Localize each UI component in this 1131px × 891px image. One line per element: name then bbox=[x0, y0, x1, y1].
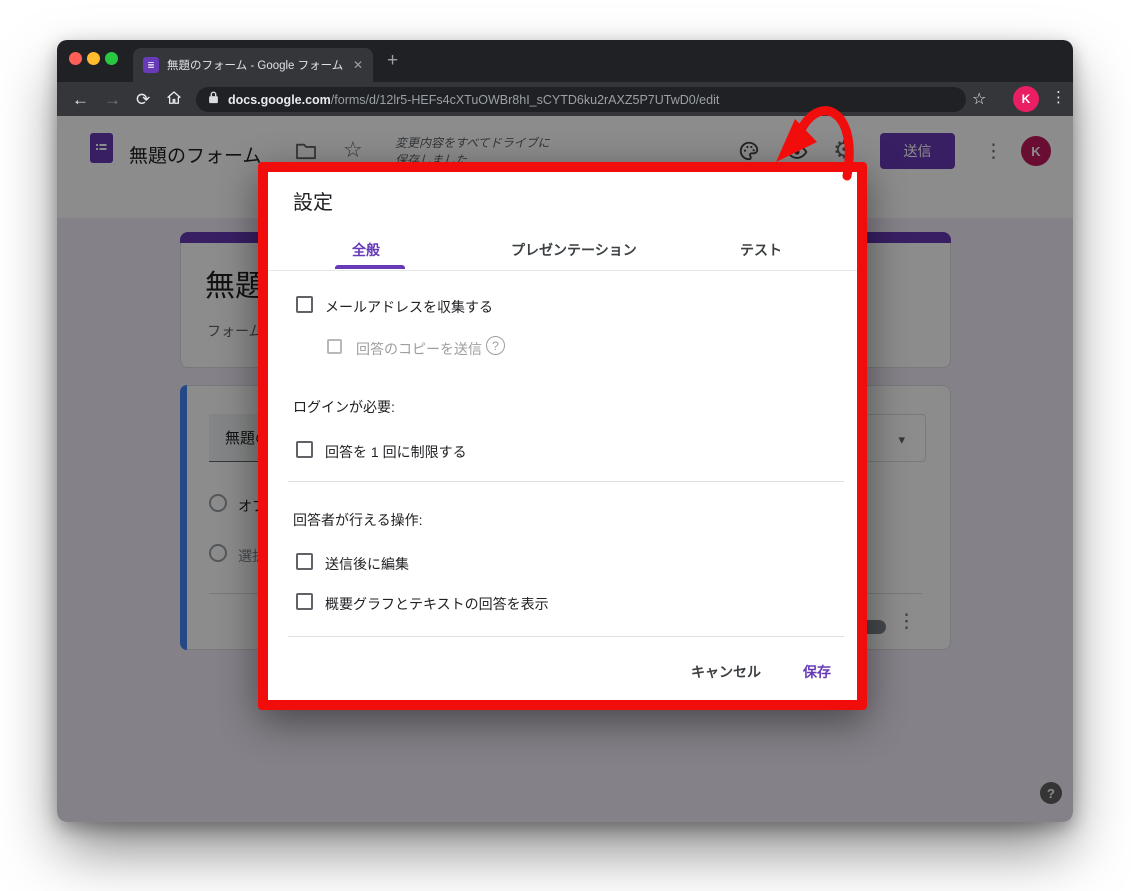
url-domain: docs.google.com bbox=[228, 93, 331, 107]
tab-strip: ≣ 無題のフォーム - Google フォーム ✕ + bbox=[57, 40, 1073, 82]
collect-email-label[interactable]: メールアドレスを収集する bbox=[325, 297, 493, 317]
reload-icon[interactable]: ⟳ bbox=[136, 91, 150, 108]
url-text: docs.google.com/forms/d/12lr5-HEFs4cXTuO… bbox=[228, 93, 719, 107]
save-button[interactable]: 保存 bbox=[797, 658, 837, 686]
url-path: /forms/d/12lr5-HEFs4cXTuOWBr8hI_sCYTD6ku… bbox=[331, 93, 720, 107]
url-bar: ← → ⟳ docs.google.com/forms/d/12lr5-HEFs… bbox=[57, 82, 1073, 116]
lock-icon bbox=[208, 90, 219, 109]
tab-presentation[interactable]: プレゼンテーション bbox=[511, 240, 637, 260]
summary-label[interactable]: 概要グラフとテキストの回答を表示 bbox=[325, 594, 549, 614]
tab-close-icon[interactable]: ✕ bbox=[353, 58, 363, 72]
limit-one-checkbox[interactable] bbox=[296, 441, 313, 458]
tab-general[interactable]: 全般 bbox=[352, 240, 380, 260]
home-icon[interactable] bbox=[165, 89, 183, 110]
dialog-title: 設定 bbox=[293, 186, 333, 215]
forms-favicon-icon: ≣ bbox=[143, 57, 159, 73]
omnibox[interactable]: docs.google.com/forms/d/12lr5-HEFs4cXTuO… bbox=[196, 87, 966, 112]
edit-after-label[interactable]: 送信後に編集 bbox=[325, 554, 409, 574]
cancel-button[interactable]: キャンセル bbox=[685, 658, 767, 686]
active-tab-underline bbox=[335, 265, 405, 269]
forward-icon[interactable]: → bbox=[104, 91, 121, 108]
browser-avatar[interactable]: K bbox=[1013, 86, 1039, 112]
collect-email-checkbox[interactable] bbox=[296, 296, 313, 313]
response-copy-checkbox bbox=[327, 339, 342, 354]
tabs-divider bbox=[268, 270, 857, 271]
screenshot-stage: ≣ 無題のフォーム - Google フォーム ✕ + ← → ⟳ docs.g… bbox=[0, 0, 1131, 891]
section-divider bbox=[288, 481, 844, 482]
limit-one-label[interactable]: 回答を 1 回に制限する bbox=[325, 442, 467, 462]
browser-tab[interactable]: ≣ 無題のフォーム - Google フォーム ✕ bbox=[133, 48, 373, 82]
edit-after-checkbox[interactable] bbox=[296, 553, 313, 570]
bookmark-star-icon[interactable]: ☆ bbox=[972, 89, 986, 109]
response-copy-label: 回答のコピーを送信 bbox=[356, 339, 482, 359]
tab-title: 無題のフォーム - Google フォーム bbox=[167, 57, 345, 73]
actions-divider bbox=[288, 636, 844, 637]
traffic-close-button[interactable] bbox=[69, 52, 82, 65]
traffic-zoom-button[interactable] bbox=[105, 52, 118, 65]
new-tab-button[interactable]: + bbox=[387, 50, 398, 72]
response-copy-help-icon[interactable]: ? bbox=[486, 336, 505, 355]
traffic-minimize-button[interactable] bbox=[87, 52, 100, 65]
respondent-section-header: 回答者が行える操作: bbox=[293, 510, 422, 530]
tab-quizzes[interactable]: テスト bbox=[740, 240, 782, 260]
summary-checkbox[interactable] bbox=[296, 593, 313, 610]
annotation-highlight-box: 設定 全般 プレゼンテーション テスト メールアドレスを収集する 回答のコピーを… bbox=[258, 162, 867, 710]
back-icon[interactable]: ← bbox=[72, 91, 89, 108]
browser-menu-icon[interactable]: ⋮ bbox=[1051, 88, 1066, 106]
signin-section-header: ログインが必要: bbox=[293, 397, 395, 417]
dialog-actions: キャンセル 保存 bbox=[685, 658, 837, 686]
settings-dialog: 設定 全般 プレゼンテーション テスト メールアドレスを収集する 回答のコピーを… bbox=[268, 172, 857, 700]
